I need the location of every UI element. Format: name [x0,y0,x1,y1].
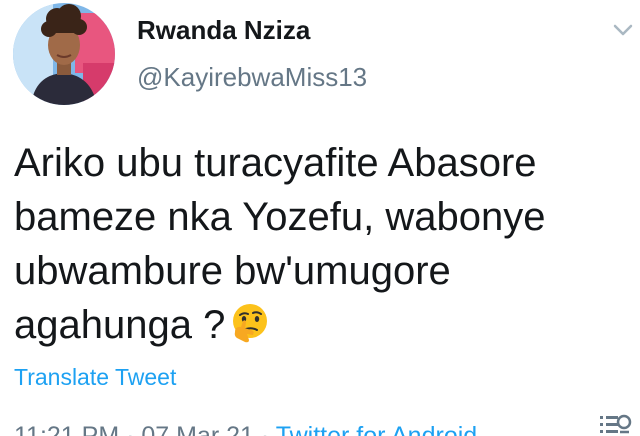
tweet-text-line: ubwambure bw'umugore [14,249,451,293]
thinking-face-icon [233,304,268,343]
tweet-source-link[interactable]: Twitter for Android [276,422,477,436]
profile-photo [13,3,115,105]
tweet-timestamp[interactable]: 11:21 PM · 07 Mar 21 · [14,422,276,436]
tweet-text-line: bameze nka Yozefu, wabonye [14,195,546,239]
tweet-text-line: agahunga ? [14,298,614,352]
chevron-down-icon[interactable] [612,22,634,38]
author-display-name[interactable]: Rwanda Nziza [137,15,310,46]
tweet-meta: 11:21 PM · 07 Mar 21 · Twitter for Andro… [14,422,477,436]
tweet-text-last: agahunga ? [14,303,226,347]
tweet-text: Ariko ubu turacyafite Abasore bameze nka… [14,136,614,352]
tweet-text-line: Ariko ubu turacyafite Abasore [14,141,537,185]
translate-tweet-link[interactable]: Translate Tweet [14,364,176,391]
avatar[interactable] [13,3,115,105]
list-icon[interactable] [598,410,632,436]
tweet-view: Rwanda Nziza @KayirebwaMiss13 Ariko ubu … [0,0,640,436]
author-handle[interactable]: @KayirebwaMiss13 [137,62,367,93]
